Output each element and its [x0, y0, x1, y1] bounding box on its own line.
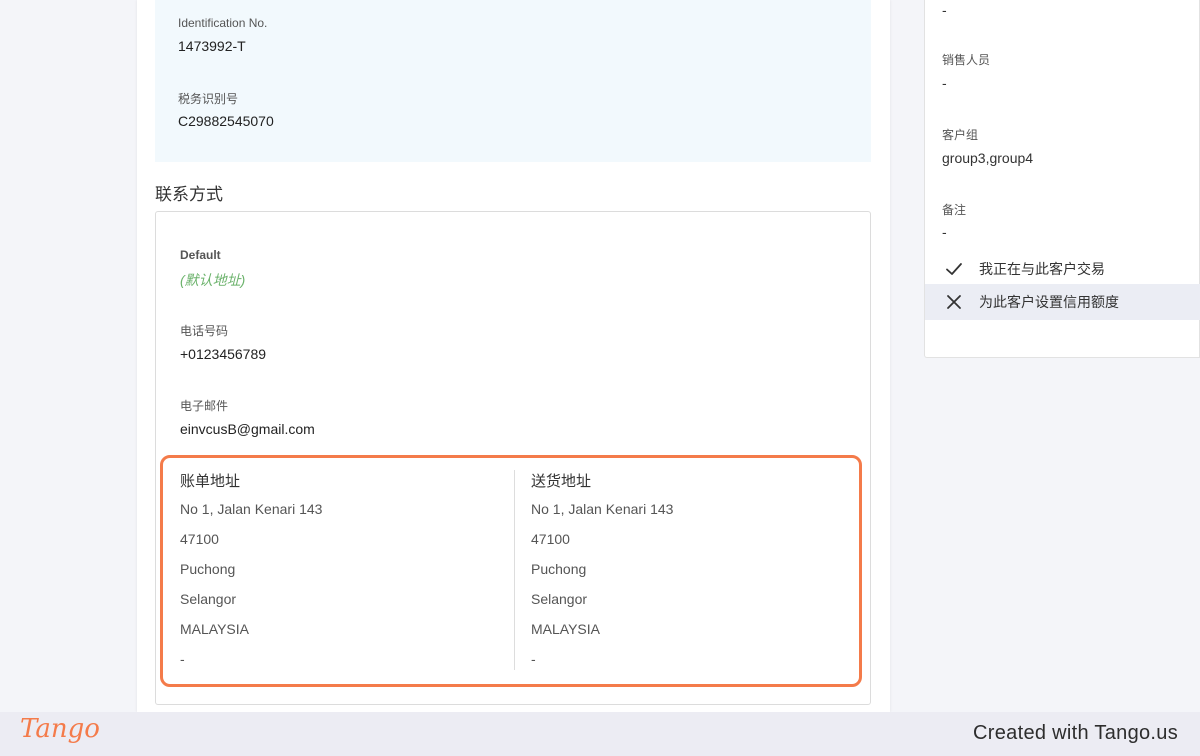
close-icon	[945, 293, 963, 311]
top-field-value: -	[942, 2, 947, 18]
default-label: Default	[180, 248, 221, 262]
shipping-address-postcode: 47100	[531, 531, 570, 547]
billing-address-country: MALAYSIA	[180, 621, 249, 637]
set-credit-limit-label: 为此客户设置信用额度	[979, 294, 1119, 310]
phone-value: +0123456789	[180, 346, 267, 362]
footer-credit: Created with Tango.us	[973, 722, 1178, 744]
identification-label: Identification No.	[178, 16, 268, 30]
set-credit-limit-option[interactable]: 为此客户设置信用额度	[925, 284, 1200, 320]
email-label: 电子邮件	[180, 399, 229, 413]
check-icon	[945, 260, 963, 278]
identification-value: 1473992-T	[178, 38, 246, 54]
shipping-address-extra: -	[531, 651, 536, 667]
contact-section-title: 联系方式	[155, 185, 223, 204]
billing-address: 账单地址 No 1, Jalan Kenari 143 47100 Puchon…	[180, 470, 500, 674]
tax-id-value: C29882545070	[178, 113, 274, 129]
shipping-address-country: MALAYSIA	[531, 621, 600, 637]
tax-id-label: 税务识别号	[178, 92, 239, 106]
trading-with-customer-option[interactable]: 我正在与此客户交易	[925, 251, 1200, 287]
notes-label: 备注	[942, 203, 967, 217]
screen: Identification No. 1473992-T 税务识别号 C2988…	[0, 0, 1200, 756]
shipping-address-line: No 1, Jalan Kenari 143	[531, 501, 674, 517]
billing-address-postcode: 47100	[180, 531, 219, 547]
address-divider	[514, 470, 515, 670]
tango-logo: Tango	[20, 714, 100, 744]
identification-card: Identification No. 1473992-T 税务识别号 C2988…	[155, 0, 871, 162]
shipping-address: 送货地址 No 1, Jalan Kenari 143 47100 Puchon…	[531, 470, 851, 674]
billing-address-city: Puchong	[180, 561, 236, 577]
phone-label: 电话号码	[180, 324, 229, 338]
shipping-address-city: Puchong	[531, 561, 587, 577]
trading-with-customer-label: 我正在与此客户交易	[979, 261, 1105, 277]
email-value: einvcusB@gmail.com	[180, 421, 315, 437]
salesperson-value: -	[942, 75, 947, 91]
customer-group-label: 客户组	[942, 128, 979, 142]
customer-side-panel: - 销售人员 - 客户组 group3,group4 备注 - 我正在与此客户交…	[924, 0, 1200, 358]
tango-footer: Tango Created with Tango.us	[0, 712, 1200, 756]
salesperson-label: 销售人员	[942, 53, 991, 67]
customer-group-value: group3,group4	[942, 150, 1034, 166]
billing-address-title: 账单地址	[180, 473, 241, 490]
notes-value: -	[942, 224, 947, 240]
shipping-address-state: Selangor	[531, 591, 588, 607]
shipping-address-title: 送货地址	[531, 473, 592, 490]
billing-address-extra: -	[180, 651, 185, 667]
billing-address-state: Selangor	[180, 591, 237, 607]
billing-address-line: No 1, Jalan Kenari 143	[180, 501, 323, 517]
default-address-tag: (默认地址)	[180, 272, 246, 288]
